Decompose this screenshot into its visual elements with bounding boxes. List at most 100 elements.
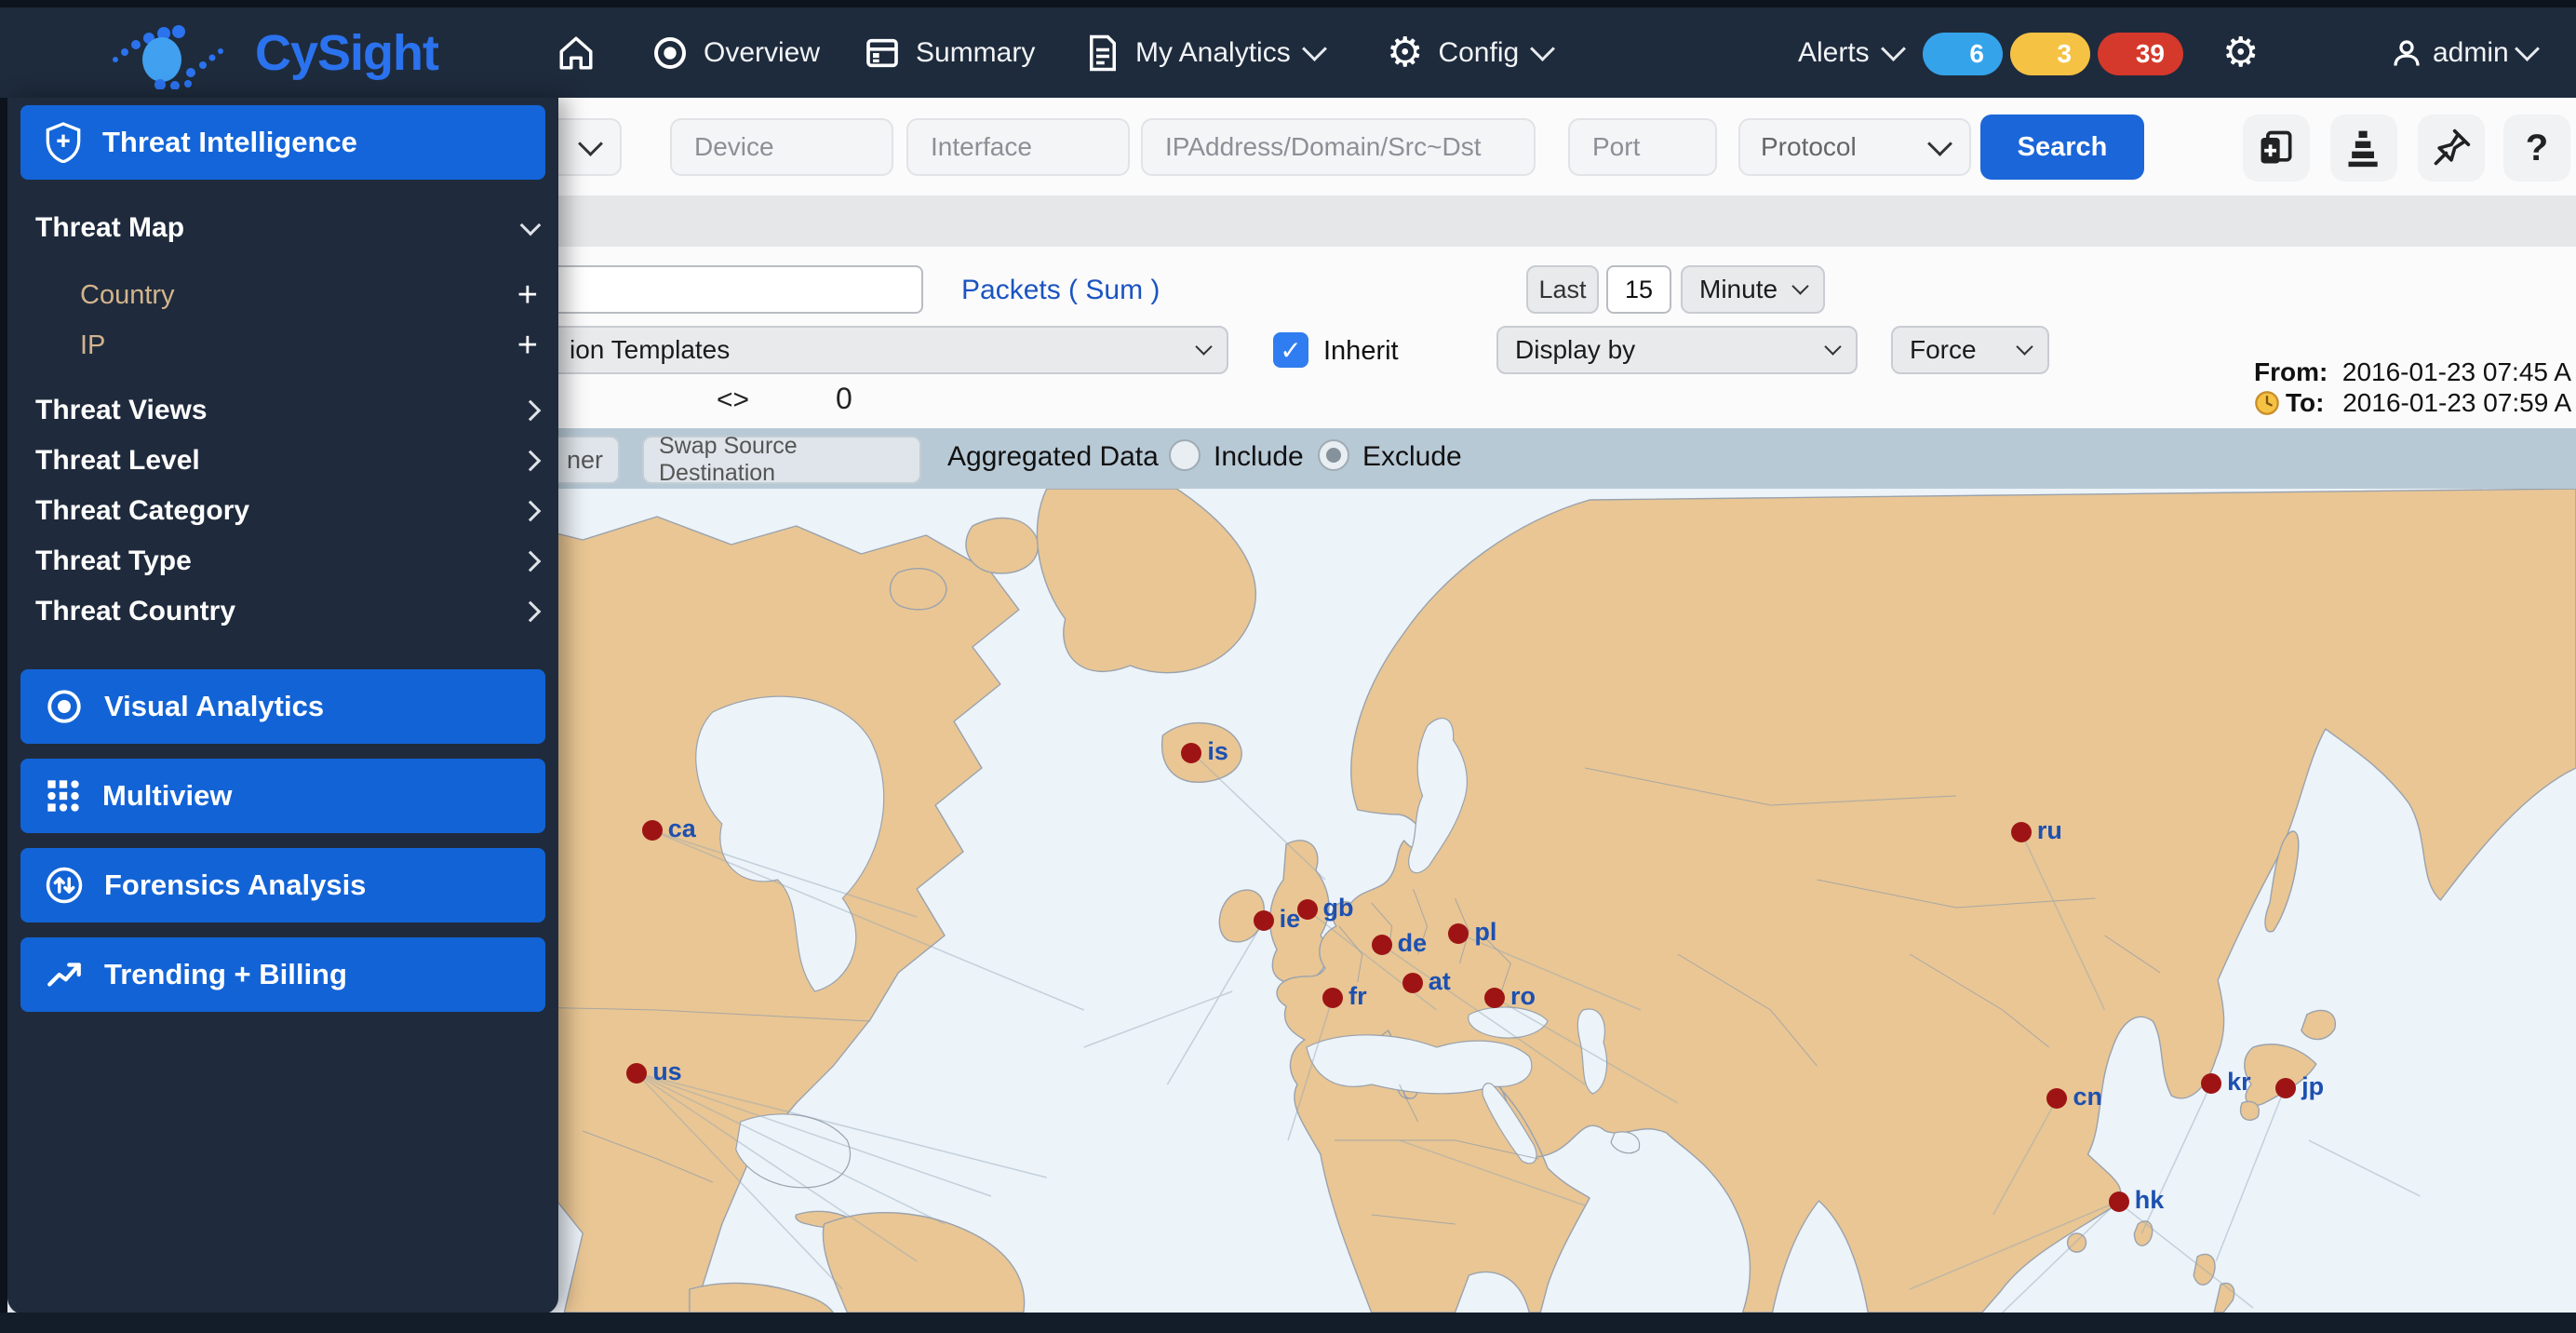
- sidebar-section-threat-type[interactable]: Threat Type: [35, 539, 538, 584]
- ip-domain-input[interactable]: [1163, 131, 1513, 163]
- plus-icon[interactable]: +: [517, 276, 538, 316]
- exclude-radio[interactable]: [1318, 439, 1349, 471]
- marker-label: is: [1207, 737, 1228, 766]
- marker-label: fr: [1348, 982, 1367, 1011]
- compare-operator[interactable]: <>: [717, 384, 749, 416]
- sidebar-section-threat-map[interactable]: Threat Map: [35, 206, 538, 250]
- chevron-down-icon: [1791, 277, 1808, 294]
- sidebar-item-trending-billing[interactable]: Trending + Billing: [20, 937, 545, 1012]
- threat-dot-icon: [1372, 935, 1392, 955]
- home-button[interactable]: [557, 7, 596, 98]
- sidebar-item-forensics-analysis[interactable]: Forensics Analysis: [20, 848, 545, 922]
- threat-dot-icon: [2109, 1192, 2129, 1212]
- from-label: From:: [2254, 357, 2328, 386]
- time-unit-value: Minute: [1699, 275, 1778, 304]
- search-button[interactable]: Search: [1980, 114, 2144, 180]
- chevron-down-icon: [520, 215, 542, 236]
- grid-dots-icon: [45, 777, 82, 815]
- sidebar-item-label: Trending + Billing: [104, 958, 347, 991]
- nav-summary-label: Summary: [916, 37, 1035, 69]
- sidebar-item-ip[interactable]: IP +: [80, 323, 538, 368]
- chevron-right-icon: [520, 551, 542, 572]
- from-value: 2016-01-23 07:45 A: [2342, 357, 2571, 386]
- templates-select[interactable]: ion Templates: [504, 326, 1228, 374]
- threat-dot-icon: [2275, 1078, 2296, 1098]
- sidebar-section-threat-category[interactable]: Threat Category: [35, 489, 538, 533]
- app-screen: Protocol Search ? Packets ( Sum ) Last 1…: [0, 0, 2576, 1333]
- sidebar-item-threat-intelligence[interactable]: Threat Intelligence: [20, 105, 545, 180]
- sidebar-item-visual-analytics[interactable]: Visual Analytics: [20, 669, 545, 744]
- threat-dot-icon: [1254, 910, 1274, 931]
- port-input[interactable]: [1590, 131, 1695, 163]
- nav-my-analytics-label: My Analytics: [1135, 37, 1291, 69]
- device-input[interactable]: [692, 131, 871, 163]
- chevron-down-icon: [1530, 36, 1555, 61]
- pin-button[interactable]: [2418, 114, 2485, 182]
- settings-button[interactable]: ⚙: [2222, 7, 2259, 98]
- eye-icon: [45, 687, 84, 726]
- marker-label: pl: [1474, 918, 1496, 947]
- check-icon: ✓: [1280, 335, 1301, 366]
- plus-icon[interactable]: +: [517, 326, 538, 366]
- chevron-down-icon: [578, 131, 603, 156]
- marker-label: ro: [1510, 982, 1536, 1011]
- nav-my-analytics[interactable]: My Analytics: [1085, 7, 1323, 98]
- section-label: Threat Category: [35, 495, 249, 527]
- interface-input[interactable]: [929, 131, 1107, 163]
- force-select[interactable]: Force: [1891, 326, 2049, 374]
- inherit-checkbox[interactable]: ✓: [1273, 332, 1308, 368]
- metric-text-input[interactable]: [504, 265, 923, 314]
- sidebar-section-threat-country[interactable]: Threat Country: [35, 589, 538, 634]
- chevron-down-icon: [1195, 338, 1212, 355]
- alerts-menu[interactable]: Alerts: [1798, 7, 1902, 98]
- marker-label: cn: [2073, 1083, 2102, 1111]
- sidebar-item-multiview[interactable]: Multiview: [20, 759, 545, 833]
- marker-label: at: [1429, 967, 1451, 996]
- chevron-right-icon: [520, 451, 542, 472]
- forensics-arrows-icon: [45, 866, 84, 905]
- protocol-select[interactable]: Protocol: [1738, 118, 1971, 176]
- sidebar-item-country[interactable]: Country +: [80, 273, 538, 317]
- threat-dot-icon: [2011, 822, 2032, 842]
- threat-dot-icon: [2046, 1088, 2067, 1109]
- last-value-input[interactable]: 15: [1606, 265, 1671, 314]
- user-menu[interactable]: admin: [2390, 7, 2536, 98]
- user-name: admin: [2433, 37, 2509, 69]
- sidebar-section-threat-views[interactable]: Threat Views: [35, 388, 538, 433]
- marker-label: ru: [2037, 816, 2062, 845]
- section-label: Threat Views: [35, 395, 208, 426]
- logo-text: CySight: [255, 24, 438, 82]
- last-button[interactable]: Last: [1526, 265, 1599, 314]
- sidebar-item-label: Forensics Analysis: [104, 868, 366, 902]
- protocol-select-value: Protocol: [1761, 132, 1857, 162]
- swap-source-destination-button[interactable]: Swap Source Destination: [642, 436, 921, 484]
- sort-levels-button[interactable]: [2330, 114, 2397, 182]
- include-radio[interactable]: [1169, 439, 1201, 471]
- alerts-badge-warning[interactable]: 3: [2010, 33, 2090, 75]
- nav-summary[interactable]: Summary: [864, 7, 1035, 98]
- submenu-label: Country: [80, 280, 175, 311]
- trending-icon: [45, 955, 84, 994]
- help-button[interactable]: ?: [2503, 114, 2570, 182]
- app-logo[interactable]: CySight: [102, 17, 438, 89]
- time-unit-select[interactable]: Minute: [1681, 265, 1825, 314]
- alerts-badge-critical[interactable]: 39: [2098, 33, 2183, 75]
- chevron-down-icon: [1927, 131, 1952, 156]
- top-header: CySight Overview Summary My Analytics ⚙ …: [0, 7, 2576, 98]
- nav-config[interactable]: ⚙ Config: [1387, 7, 1551, 98]
- report-button[interactable]: [2243, 114, 2310, 182]
- threat-dot-icon: [626, 1063, 647, 1084]
- marker-label: de: [1398, 929, 1428, 958]
- report-copy-icon: [2256, 128, 2297, 168]
- marker-label: ie: [1280, 905, 1301, 934]
- display-by-select[interactable]: Display by: [1496, 326, 1858, 374]
- marker-label: gb: [1323, 894, 1354, 922]
- section-label: Threat Level: [35, 445, 200, 477]
- chevron-right-icon: [520, 601, 542, 623]
- sidebar-section-threat-level[interactable]: Threat Level: [35, 438, 538, 483]
- nav-overview[interactable]: Overview: [651, 7, 820, 98]
- display-by-value: Display by: [1515, 335, 1635, 365]
- packets-sum-link[interactable]: Packets ( Sum ): [961, 275, 1160, 306]
- chevron-right-icon: [520, 400, 542, 422]
- alerts-badge-info[interactable]: 6: [1923, 33, 2003, 75]
